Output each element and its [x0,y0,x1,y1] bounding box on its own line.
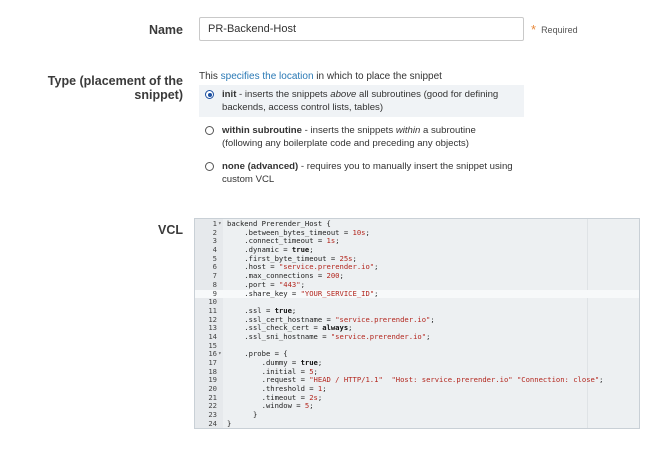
code-line[interactable]: 22 .window = 5; [195,402,639,411]
code-line[interactable]: 24} [195,418,639,428]
radio-within[interactable] [205,126,214,135]
required-text: Required [541,24,578,35]
radio-init[interactable] [205,90,214,99]
radio-none[interactable] [205,162,214,171]
option-title: within subroutine [222,125,302,136]
code-text: } [227,410,258,420]
code-text: } [227,418,232,428]
line-number: 24 [208,418,217,428]
vcl-code-editor[interactable]: 1 ▾ backend Prerender_Host {2 .between_byt… [194,218,640,429]
option-emphasis: within [395,125,421,136]
required-star-icon: * [531,22,537,37]
required-indicator: * Required [531,23,578,36]
type-option-init[interactable]: init - inserts the snippets above all su… [199,85,524,117]
fold-toggle-icon[interactable]: ▾ [218,220,222,229]
specifies-location-link[interactable]: specifies the location [221,71,314,82]
name-label: Name [148,23,183,37]
option-title: init [222,89,237,100]
option-text-a: - inserts the snippets [236,89,331,100]
type-label: Type (placement of the snippet) [47,74,183,102]
option-text-a: - inserts the snippets [301,125,396,136]
name-input[interactable] [199,17,524,41]
code-lines: 1 ▾ backend Prerender_Host {2 .between_byt… [195,219,639,428]
code-line[interactable]: 14 .ssl_sni_hostname = "service.prerende… [195,331,639,342]
code-line[interactable]: 23 } [195,410,639,420]
option-title: none (advanced) [222,161,299,172]
fold-toggle-icon[interactable]: ▾ [218,350,222,359]
vcl-label: VCL [158,223,183,237]
type-desc-text-after: in which to place the snippet [313,71,442,82]
code-line[interactable]: 9 .share_key = "YOUR_SERVICE_ID"; [195,288,639,299]
type-option-within[interactable]: within subroutine - inserts the snippets… [199,121,524,153]
code-text: .ssl_sni_hostname = "service.prerender.i… [227,331,431,341]
code-text: .share_key = "YOUR_SERVICE_ID"; [227,288,379,298]
type-description: This specifies the location in which to … [199,71,442,82]
type-option-none[interactable]: none (advanced) - requires you to manual… [199,157,524,189]
option-emphasis: above [330,89,357,100]
type-desc-text-before: This [199,71,221,82]
